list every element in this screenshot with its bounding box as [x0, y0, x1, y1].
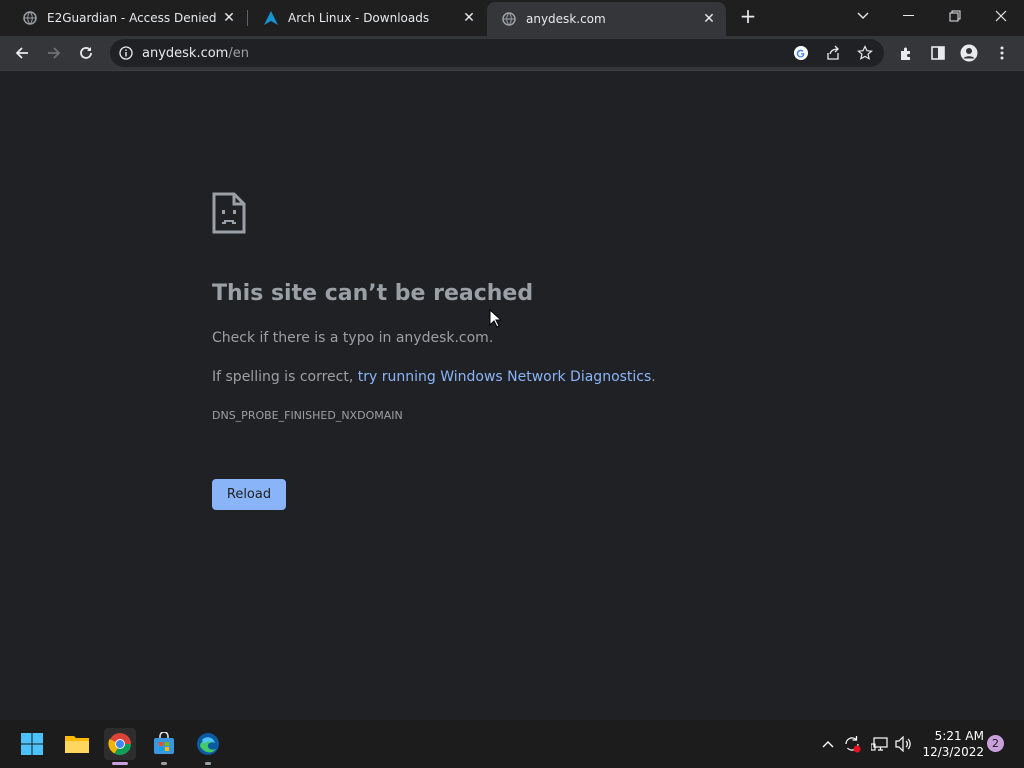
- error-title: This site can’t be reached: [212, 281, 534, 306]
- network-diagnostics-link[interactable]: try running Windows Network Diagnostics: [358, 369, 652, 385]
- globe-icon: [501, 11, 517, 27]
- arch-logo-icon: [263, 10, 279, 26]
- address-bar[interactable]: anydesk.com/en: [110, 39, 884, 67]
- google-lens-icon[interactable]: [793, 45, 809, 61]
- close-tab-icon[interactable]: ✕: [702, 12, 716, 26]
- browser-toolbar: anydesk.com/en: [0, 36, 1024, 70]
- sad-page-icon: [212, 192, 246, 234]
- active-app-indicator: [112, 762, 128, 765]
- tab-title: Arch Linux - Downloads: [288, 11, 430, 25]
- system-clock[interactable]: 5:21 AM 12/3/2022: [922, 728, 984, 760]
- notification-badge[interactable]: 2: [987, 735, 1004, 752]
- tab-title: anydesk.com: [526, 12, 606, 26]
- mouse-cursor-icon: [489, 308, 503, 329]
- tab-e2guardian[interactable]: E2Guardian - Access Denied ✕: [8, 0, 246, 36]
- minimize-button[interactable]: [886, 0, 932, 32]
- tab-anydesk[interactable]: anydesk.com ✕: [487, 2, 726, 36]
- url-host: anydesk.com: [142, 45, 229, 61]
- reload-icon[interactable]: [73, 40, 99, 66]
- clock-time: 5:21 AM: [934, 729, 984, 743]
- bookmark-star-icon[interactable]: [857, 45, 873, 61]
- file-explorer-icon[interactable]: [61, 728, 93, 760]
- back-button[interactable]: [9, 40, 35, 66]
- url-path: /en: [228, 45, 249, 61]
- reload-button[interactable]: Reload: [212, 479, 286, 510]
- tab-strip: E2Guardian - Access Denied ✕ Arch Linux …: [0, 0, 1024, 36]
- forward-button[interactable]: [41, 40, 67, 66]
- url-text: anydesk.com/en: [142, 46, 249, 61]
- extensions-icon[interactable]: [893, 40, 919, 66]
- clock-date: 12/3/2022: [922, 745, 984, 759]
- close-window-button[interactable]: [978, 0, 1024, 32]
- profile-avatar-icon[interactable]: [956, 40, 982, 66]
- globe-icon: [22, 10, 38, 26]
- running-app-indicator: [205, 762, 211, 765]
- error-page: This site can’t be reached Check if ther…: [0, 71, 1024, 720]
- sync-icon[interactable]: [842, 734, 862, 754]
- menu-kebab-icon[interactable]: [989, 40, 1015, 66]
- share-icon[interactable]: [825, 45, 841, 61]
- restore-button[interactable]: [932, 0, 978, 32]
- tab-arch-linux[interactable]: Arch Linux - Downloads ✕: [249, 0, 486, 36]
- close-tab-icon[interactable]: ✕: [462, 11, 476, 25]
- tab-search-icon[interactable]: [840, 0, 886, 32]
- error-hint-diagnostics: If spelling is correct, try running Wind…: [212, 369, 656, 385]
- diagnostics-prefix: If spelling is correct,: [212, 369, 358, 385]
- windows-taskbar: 5:21 AM 12/3/2022 2: [0, 720, 1024, 768]
- site-info-icon[interactable]: [118, 45, 134, 61]
- tab-divider: [247, 10, 248, 26]
- volume-icon[interactable]: [894, 734, 914, 754]
- start-icon[interactable]: [16, 728, 48, 760]
- error-code: DNS_PROBE_FINISHED_NXDOMAIN: [212, 409, 403, 422]
- network-icon[interactable]: [870, 734, 890, 754]
- side-panel-icon[interactable]: [925, 40, 951, 66]
- chevron-up-icon[interactable]: [818, 734, 838, 754]
- new-tab-button[interactable]: +: [738, 6, 758, 26]
- chrome-icon[interactable]: [104, 728, 136, 765]
- edge-icon[interactable]: [192, 728, 224, 765]
- diagnostics-suffix: .: [651, 369, 656, 385]
- running-app-indicator: [161, 762, 167, 765]
- microsoft-store-icon[interactable]: [148, 728, 180, 765]
- close-tab-icon[interactable]: ✕: [222, 11, 236, 25]
- error-hint-typo: Check if there is a typo in anydesk.com.: [212, 330, 494, 346]
- tab-title: E2Guardian - Access Denied: [47, 11, 217, 25]
